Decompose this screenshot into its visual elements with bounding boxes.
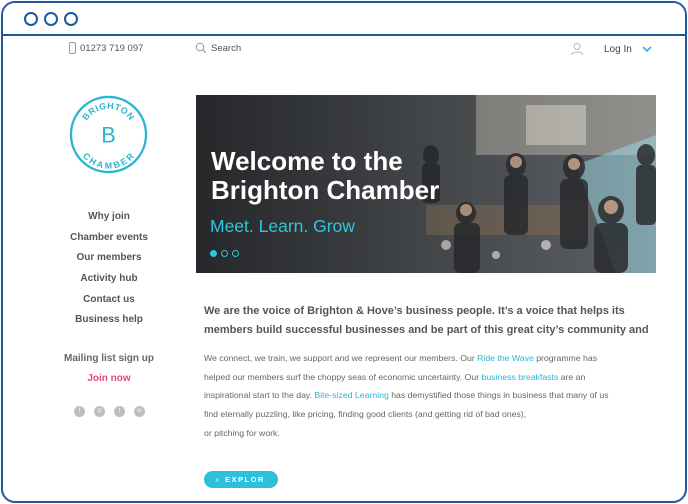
window-dot-1[interactable]: [24, 12, 38, 26]
login-menu[interactable]: Log In: [570, 42, 652, 56]
slide-dot-3[interactable]: [232, 250, 239, 257]
top-bar: 01273 719 097 Search Log In: [3, 36, 685, 64]
intro-text: We connect, we train, we support and we …: [204, 353, 478, 363]
nav-contact-us[interactable]: Contact us: [53, 290, 165, 311]
intro-text: inspirational start to the day.: [204, 390, 315, 401]
slide-indicators: [210, 250, 239, 257]
intro-lead: We are the voice of Brighton & Hove’s bu…: [204, 302, 656, 340]
brighton-chamber-logo[interactable]: BRIGHTON CHAMBER B: [69, 95, 148, 174]
phone-number: 01273 719 097: [80, 42, 144, 54]
main-nav: Why join Chamber events Our members Acti…: [53, 207, 165, 331]
intro-line-2: helped our members surf the choppy seas …: [204, 368, 656, 387]
slide-dot-1[interactable]: [210, 250, 217, 257]
chevron-down-icon[interactable]: [642, 45, 652, 53]
intro-line-5: or pitching for work.: [204, 427, 280, 438]
intro-text: helped our members surf the choppy seas …: [204, 371, 482, 382]
login-label: Log In: [604, 43, 632, 55]
browser-window: 01273 719 097 Search Log In BRIGHTON CHA…: [1, 1, 687, 503]
linkedin-icon[interactable]: in: [134, 406, 145, 417]
logo-monogram: B: [101, 122, 116, 147]
intro-line-3: inspirational start to the day. Bite-siz…: [204, 386, 656, 405]
twitter-icon[interactable]: t: [114, 406, 125, 417]
hero-subtitle: Meet. Learn. Grow: [210, 216, 355, 236]
explore-button[interactable]: › EXPLOR: [204, 471, 278, 488]
hero-title: Welcome to the Brighton Chamber: [211, 146, 440, 205]
search-label: Search: [211, 42, 242, 54]
business-breakfasts-link[interactable]: business breakfasts: [482, 372, 559, 382]
slide-dot-2[interactable]: [221, 250, 228, 257]
explore-label: EXPLOR: [225, 475, 265, 484]
intro-text: has demystified those things in business…: [388, 390, 609, 401]
phone-link[interactable]: 01273 719 097: [69, 42, 143, 54]
nav-our-members[interactable]: Our members: [53, 248, 165, 269]
window-dot-2[interactable]: [44, 12, 58, 26]
social-links: f ◎ t in: [74, 406, 145, 417]
mailing-list-link[interactable]: Mailing list sign up: [53, 353, 165, 364]
window-dot-3[interactable]: [64, 12, 78, 26]
user-icon: [571, 43, 583, 56]
phone-icon: [69, 42, 76, 54]
nav-business-help[interactable]: Business help: [53, 310, 165, 331]
intro-text: programme has: [533, 353, 598, 363]
browser-chrome: [3, 3, 685, 36]
search-icon: [195, 42, 207, 54]
chevron-right-icon: ›: [216, 475, 220, 484]
join-now-link[interactable]: Join now: [53, 373, 165, 384]
nav-chamber-events[interactable]: Chamber events: [53, 228, 165, 249]
intro-lead-text: We are the voice of Brighton & Hove’s bu…: [204, 305, 649, 336]
facebook-icon[interactable]: f: [74, 406, 85, 417]
ride-the-wave-link[interactable]: Ride the Wave: [477, 353, 534, 363]
nav-why-join[interactable]: Why join: [53, 207, 165, 228]
bite-sized-learning-link[interactable]: Bite-sized Learning: [314, 390, 388, 400]
hero-banner[interactable]: Welcome to the Brighton Chamber Meet. Le…: [196, 95, 656, 273]
nav-activity-hub[interactable]: Activity hub: [53, 269, 165, 290]
intro-line-4: find eternally puzzling, like pricing, f…: [204, 409, 527, 420]
intro-paragraph: We connect, we train, we support and we …: [204, 349, 656, 443]
search-box[interactable]: Search: [195, 42, 241, 54]
instagram-icon[interactable]: ◎: [94, 406, 105, 417]
intro-line-1: We connect, we train, we support and we …: [204, 349, 656, 368]
intro-text: are an: [558, 371, 586, 382]
